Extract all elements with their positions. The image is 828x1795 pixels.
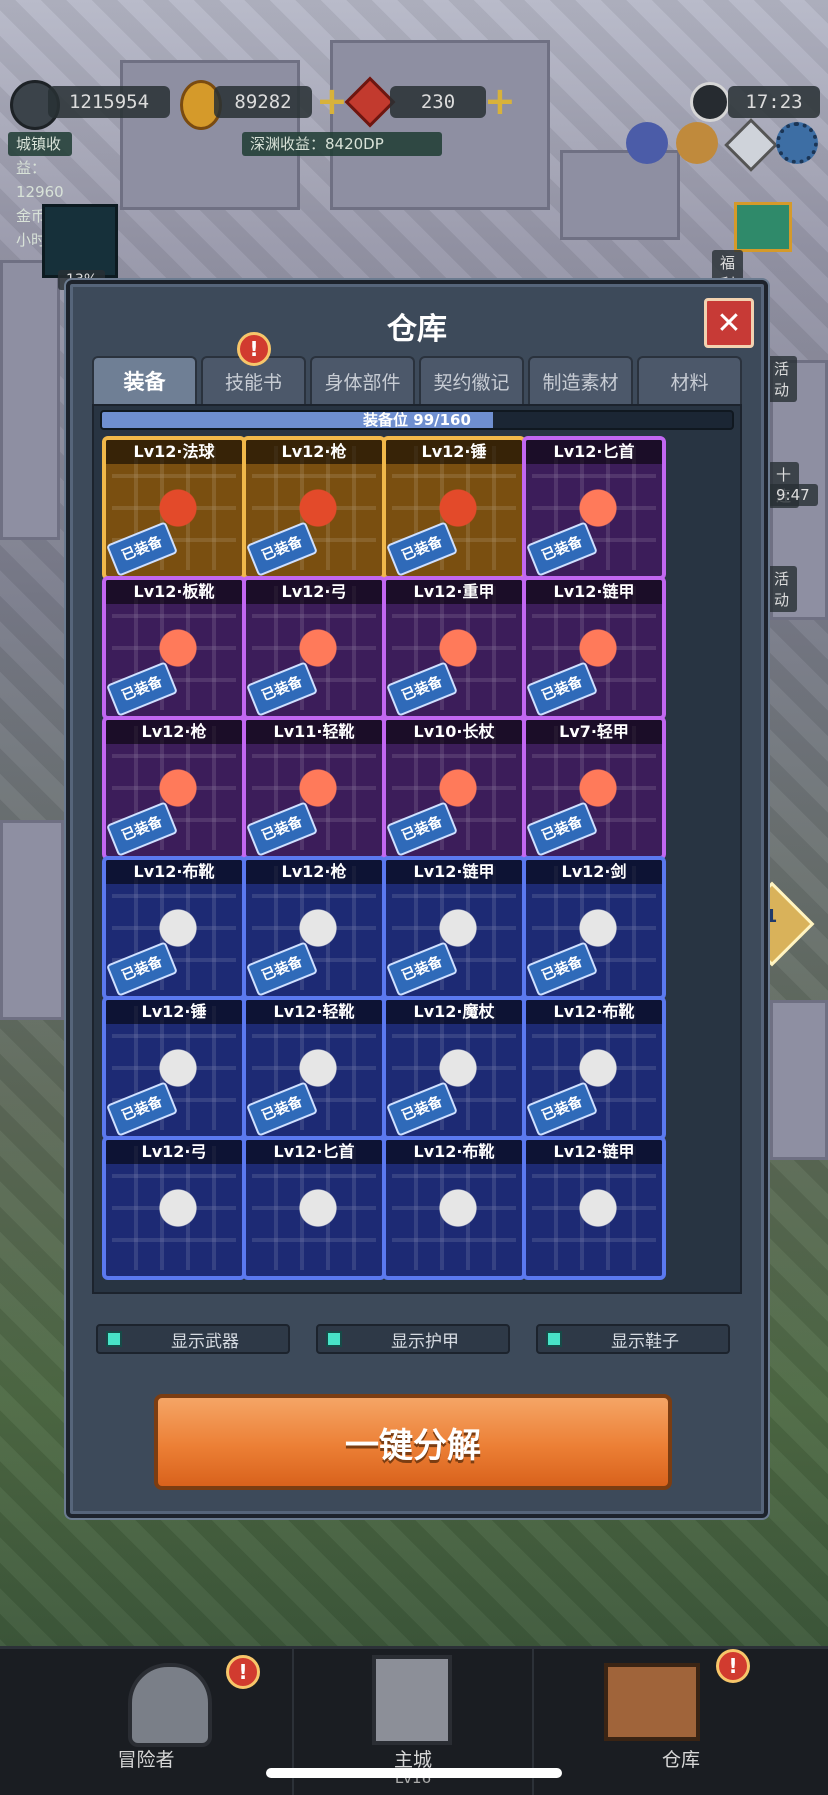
item-level-label: Lv12·布靴 [386,1140,522,1164]
inventory-slot[interactable]: Lv12·匕首 [242,1136,386,1280]
tab-equipment[interactable]: 装备 [92,356,197,404]
inventory-slot[interactable]: Lv12·布靴 已装备 [522,996,666,1140]
gift-icon[interactable] [734,202,792,252]
settings-gear-icon[interactable] [776,122,818,164]
close-button[interactable]: ✕ [704,298,754,348]
item-level-label: Lv12·枪 [246,440,382,464]
item-level-label: Lv12·枪 [246,860,382,884]
category-tabs: 装备 ! 技能书 身体部件 契约徽记 制造素材 材料 [92,332,742,404]
panel-title: 仓库 [387,312,447,347]
item-level-label: Lv12·匕首 [526,440,662,464]
cat-character-icon[interactable] [676,122,718,164]
portal-cube-icon[interactable] [42,204,118,278]
alert-icon: ! [226,1655,260,1689]
item-level-label: Lv12·锤 [106,1000,242,1024]
capacity-text: 装备位 99/160 [363,411,471,429]
close-icon: ✕ [716,305,742,341]
inventory-slot[interactable]: Lv12·锤 已装备 [382,436,526,580]
abyss-income-label: 深渊收益：8420DP [242,132,442,156]
item-level-label: Lv12·链甲 [526,580,662,604]
item-sprite-icon [286,1176,350,1240]
item-level-label: Lv12·匕首 [246,1140,382,1164]
toggle-show-armor[interactable]: 显示护甲 [316,1324,510,1354]
inventory-slot[interactable]: Lv12·枪 已装备 [242,436,386,580]
inventory-slot[interactable]: Lv12·板靴 已装备 [102,576,246,720]
inventory-slot[interactable]: Lv12·法球 已装备 [102,436,246,580]
tab-skill-books[interactable]: ! 技能书 [201,332,306,404]
item-sprite-icon [146,1176,210,1240]
gem-value: 230 [390,86,486,118]
item-level-label: Lv12·枪 [106,720,242,744]
item-level-label: Lv12·弓 [106,1140,242,1164]
add-gem-icon[interactable]: + [484,82,516,120]
item-grid[interactable]: 装备位 99/160 Lv12·法球 已装备 Lv12·枪 已装备 Lv12·锤 已装备 L… [92,404,742,1294]
item-level-label: Lv12·锤 [386,440,522,464]
item-sprite-icon [426,1176,490,1240]
item-level-label: Lv12·弓 [246,580,382,604]
inventory-slot[interactable]: Lv12·链甲 已装备 [382,856,526,1000]
inventory-slot[interactable]: Lv12·轻靴 已装备 [242,996,386,1140]
capacity-bar: 装备位 99/160 [100,410,734,430]
event-label-1[interactable]: 活动 [766,356,798,402]
clock-icon [690,82,730,122]
inventory-slot[interactable]: Lv12·锤 已装备 [102,996,246,1140]
nav-adventurers[interactable]: ! 冒险者 [0,1649,292,1795]
inventory-slot[interactable]: Lv12·匕首 已装备 [522,436,666,580]
inventory-slot[interactable]: Lv12·枪 已装备 [102,716,246,860]
item-level-label: Lv10·长杖 [386,720,522,744]
inventory-slot[interactable]: Lv11·轻靴 已装备 [242,716,386,860]
knight-helmet-icon [128,1663,212,1747]
mage-character-icon[interactable] [626,122,668,164]
inventory-slot[interactable]: Lv12·布靴 [382,1136,526,1280]
item-level-label: Lv12·链甲 [386,860,522,884]
item-level-label: Lv11·轻靴 [246,720,382,744]
clock-time: 17:23 [728,86,820,118]
gold-value: 89282 [214,86,312,118]
warehouse-icon [604,1663,700,1741]
toggle-show-weapons[interactable]: 显示武器 [96,1324,290,1354]
inventory-slot[interactable]: Lv12·弓 [102,1136,246,1280]
inventory-slot[interactable]: Lv7·轻甲 已装备 [522,716,666,860]
decompose-all-button[interactable]: 一键分解 [154,1394,672,1490]
alert-icon: ! [237,332,271,366]
town-income-label: 城镇收益：12960金币/小时 [8,132,72,249]
tab-crafting-materials[interactable]: 制造素材 [528,356,633,404]
inventory-slot[interactable]: Lv12·剑 已装备 [522,856,666,1000]
timer-label: 9:47 [768,484,818,506]
item-level-label: Lv12·法球 [106,440,242,464]
item-level-label: Lv12·布靴 [106,860,242,884]
tab-contract-emblems[interactable]: 契约徽记 [419,356,524,404]
item-level-label: Lv12·链甲 [526,1140,662,1164]
inventory-slot[interactable]: Lv10·长杖 已装备 [382,716,526,860]
inventory-slot[interactable]: Lv12·重甲 已装备 [382,576,526,720]
item-sprite-icon [566,1176,630,1240]
toggle-show-shoes[interactable]: 显示鞋子 [536,1324,730,1354]
item-level-label: Lv12·布靴 [526,1000,662,1024]
checkbox-icon [326,1331,342,1347]
nav-warehouse[interactable]: ! 仓库 [534,1649,828,1795]
item-level-label: Lv12·剑 [526,860,662,884]
event-label-2[interactable]: 活动 [766,566,798,612]
add-gold-icon[interactable]: + [316,82,348,120]
item-level-label: Lv12·重甲 [386,580,522,604]
item-level-label: Lv12·魔杖 [386,1000,522,1024]
home-indicator[interactable] [266,1768,562,1778]
inventory-slot[interactable]: Lv12·魔杖 已装备 [382,996,526,1140]
castle-tower-icon [372,1655,452,1745]
inventory-slot[interactable]: Lv12·枪 已装备 [242,856,386,1000]
item-level-label: Lv12·轻靴 [246,1000,382,1024]
power-value: 1215954 [48,86,170,118]
item-level-label: Lv7·轻甲 [526,720,662,744]
inventory-slot[interactable]: Lv12·链甲 [522,1136,666,1280]
inventory-slot[interactable]: Lv12·弓 已装备 [242,576,386,720]
alert-icon: ! [716,1649,750,1683]
item-level-label: Lv12·板靴 [106,580,242,604]
inventory-slot[interactable]: Lv12·布靴 已装备 [102,856,246,1000]
warehouse-panel: 仓库 ✕ 装备 ! 技能书 身体部件 契约徽记 制造素材 材料 装备位 99/1… [66,280,768,1518]
checkbox-icon [106,1331,122,1347]
tab-materials[interactable]: 材料 [637,356,742,404]
inventory-slot[interactable]: Lv12·链甲 已装备 [522,576,666,720]
tab-body-parts[interactable]: 身体部件 [310,356,415,404]
checkbox-icon [546,1331,562,1347]
